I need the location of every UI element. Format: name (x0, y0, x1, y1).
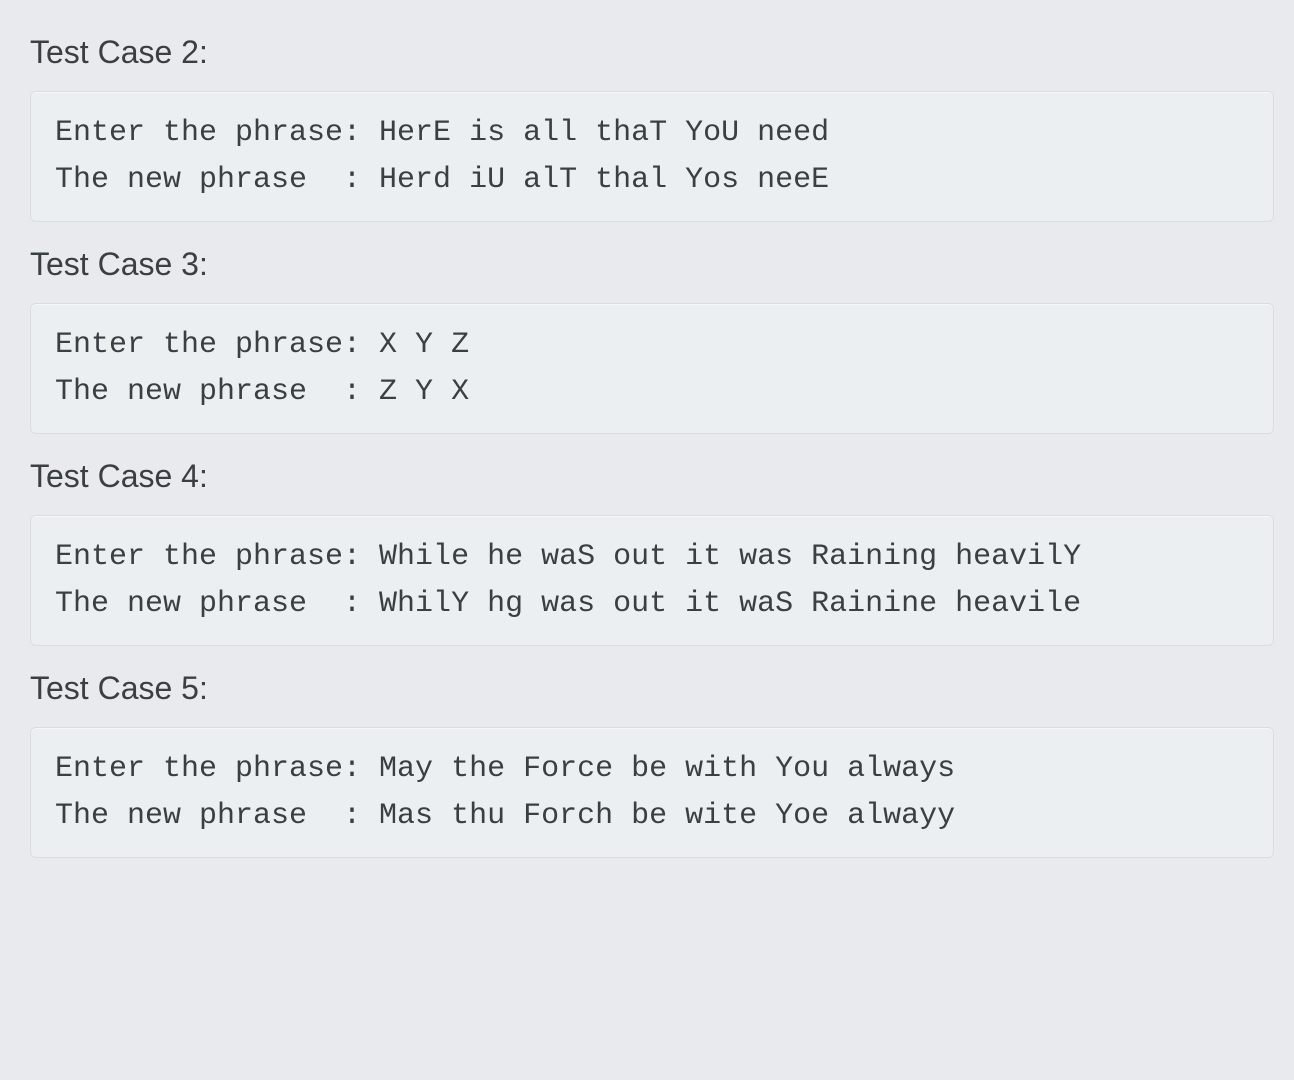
testcase-code-block: Enter the phrase: X Y Z The new phrase :… (30, 303, 1274, 434)
testcase-code-block: Enter the phrase: HerE is all thaT YoU n… (30, 91, 1274, 222)
testcase-code-block: Enter the phrase: May the Force be with … (30, 727, 1274, 858)
testcase-heading: Test Case 3: (30, 246, 1274, 283)
page-container: Test Case 2: Enter the phrase: HerE is a… (0, 0, 1294, 878)
testcase-heading: Test Case 4: (30, 458, 1274, 495)
testcase-heading: Test Case 2: (30, 34, 1274, 71)
testcase-heading: Test Case 5: (30, 670, 1274, 707)
testcase-code-block: Enter the phrase: While he waS out it wa… (30, 515, 1274, 646)
